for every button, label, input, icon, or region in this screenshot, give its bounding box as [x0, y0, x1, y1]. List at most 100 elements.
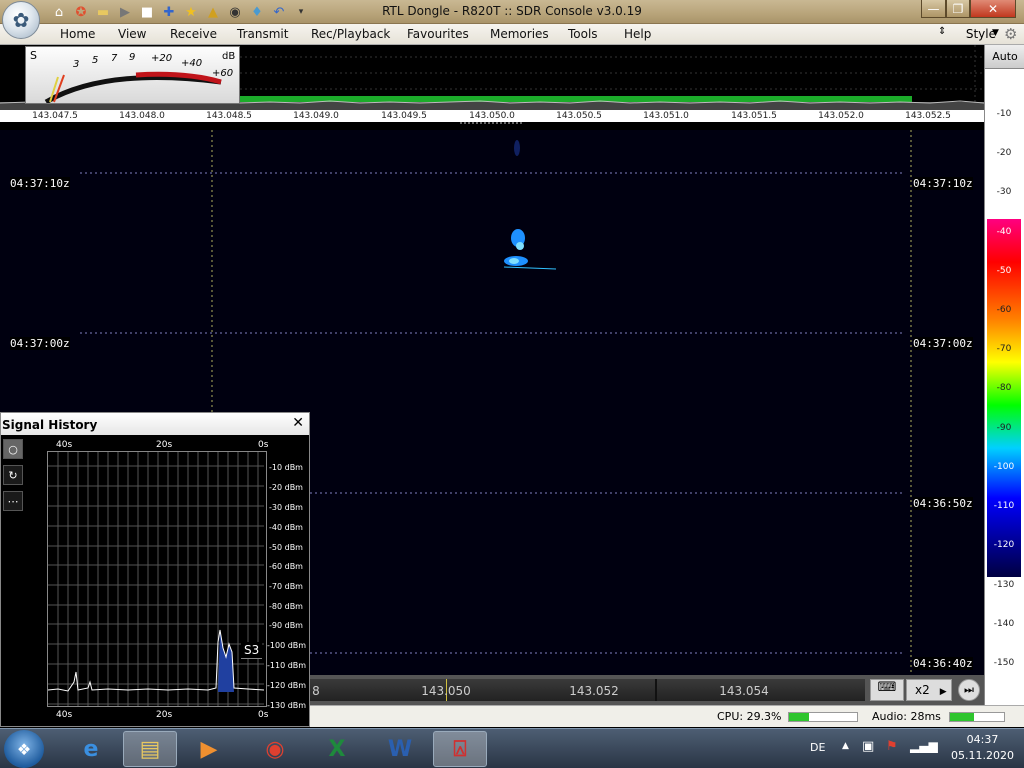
- show-hidden-icons[interactable]: ▲: [842, 741, 849, 751]
- history-dbm-label: -60 dBm: [269, 562, 303, 571]
- undo-icon[interactable]: ↶: [270, 3, 288, 21]
- time-label: 04:36:50z: [913, 497, 973, 510]
- star-icon[interactable]: ★: [182, 3, 200, 21]
- close-button[interactable]: ✕: [970, 0, 1016, 18]
- tab-home[interactable]: Home: [60, 27, 95, 41]
- db-tick: -40: [996, 227, 1012, 237]
- taskbar-sdr-console[interactable]: ⍓: [433, 731, 487, 767]
- customize-dropdown-icon[interactable]: ▾: [292, 3, 310, 21]
- history-time-label: 40s: [56, 440, 73, 450]
- s-meter-tick: +60: [212, 68, 234, 79]
- tab-transmit[interactable]: Transmit: [237, 27, 288, 41]
- taskbar-chrome[interactable]: ◉: [248, 731, 302, 767]
- freq-tick: 143.050.5: [556, 111, 602, 121]
- add-icon[interactable]: ✚: [160, 3, 178, 21]
- db-tick: -130: [993, 580, 1015, 590]
- stop-icon[interactable]: ■: [138, 3, 156, 21]
- signal-history-window[interactable]: Signal History ✕ ○ ↻ ⋯ 40s 20s 0s 40s 20…: [0, 412, 310, 727]
- close-icon[interactable]: ✕: [292, 415, 304, 431]
- tab-favourites[interactable]: Favourites: [407, 27, 469, 41]
- tab-help[interactable]: Help: [624, 27, 651, 41]
- db-tick: -80: [996, 383, 1012, 393]
- db-tick: -60: [996, 305, 1012, 315]
- application-menu-button[interactable]: ✿: [2, 1, 40, 39]
- time-label: 04:37:10z: [913, 177, 973, 190]
- folder-icon[interactable]: ▬: [94, 3, 112, 21]
- drop-icon[interactable]: ♦: [248, 3, 266, 21]
- bottom-freq-label: 143.050: [421, 684, 471, 698]
- freq-tick: 143.052.5: [905, 111, 951, 121]
- language-indicator[interactable]: DE: [810, 741, 825, 754]
- windows-logo-icon: ❖: [16, 739, 32, 759]
- style-arrows-icon[interactable]: ⇕: [938, 26, 946, 37]
- circle-icon[interactable]: ○: [3, 439, 23, 459]
- s-meter-tick: 5: [92, 55, 99, 66]
- history-graph: [47, 451, 267, 707]
- tab-receive[interactable]: Receive: [170, 27, 217, 41]
- zoom-label: x2: [915, 683, 930, 697]
- db-tick: -140: [993, 619, 1015, 629]
- ribbon-tabs: Home View Receive Transmit Rec/Playback …: [0, 24, 1024, 45]
- taskbar-excel[interactable]: X: [310, 731, 364, 767]
- start-button[interactable]: ❖: [4, 730, 44, 768]
- style-dropdown-icon[interactable]: ▼: [992, 28, 999, 38]
- keyboard-button[interactable]: ⌨: [870, 679, 904, 701]
- splitter-handle[interactable]: [460, 122, 522, 126]
- frequency-scale[interactable]: 143.047.5 143.048.0 143.048.5 143.049.0 …: [0, 110, 984, 124]
- bottom-freq-label: 8: [312, 684, 320, 698]
- s-reading-badge: S3: [241, 642, 263, 659]
- db-tick: -30: [996, 187, 1012, 197]
- history-time-label: 20s: [156, 440, 173, 450]
- history-dbm-label: -10 dBm: [269, 463, 303, 472]
- db-tick: -110: [993, 501, 1015, 511]
- auto-button[interactable]: Auto: [985, 45, 1024, 69]
- signal-history-plot: ○ ↻ ⋯ 40s 20s 0s 40s 20s 0s -10 dBm -20 …: [1, 435, 309, 726]
- bottom-freq-label: 143.054: [719, 684, 769, 698]
- bottom-frequency-bar: 8 143.050 143.052 143.054 ⌨ x2 ▶ ⏭: [310, 675, 984, 705]
- more-icon[interactable]: ⋯: [3, 491, 23, 511]
- history-dbm-label: -90 dBm: [269, 621, 303, 630]
- bandwidth-marker: [240, 96, 912, 102]
- db-tick: -90: [996, 423, 1012, 433]
- refresh-icon[interactable]: ↻: [3, 465, 23, 485]
- tab-tools[interactable]: Tools: [568, 27, 598, 41]
- freq-tick: 143.052.0: [818, 111, 864, 121]
- db-tick: -10: [996, 109, 1012, 119]
- tab-rec-playback[interactable]: Rec/Playback: [311, 27, 390, 41]
- history-dbm-label: -110 dBm: [267, 661, 307, 670]
- gear-icon[interactable]: ⚙: [1004, 25, 1017, 43]
- skip-button[interactable]: ⏭: [958, 679, 980, 701]
- clock-time: 04:37: [966, 733, 999, 746]
- time-label: 04:37:00z: [10, 337, 70, 350]
- home-icon[interactable]: ⌂: [50, 3, 68, 21]
- history-dbm-label: -100 dBm: [267, 641, 307, 650]
- history-dbm-label: -30 dBm: [269, 503, 303, 512]
- play-icon[interactable]: ▶: [116, 3, 134, 21]
- s-meter-tick: +20: [151, 53, 173, 64]
- maximize-button[interactable]: ❐: [946, 0, 970, 18]
- db-tick: -100: [993, 462, 1015, 472]
- minimize-button[interactable]: —: [921, 0, 946, 18]
- taskbar-internet-explorer[interactable]: e: [64, 731, 118, 767]
- history-dbm-label: -20 dBm: [269, 483, 303, 492]
- network-icon[interactable]: ▣: [862, 739, 874, 754]
- frequency-strip[interactable]: 8 143.050 143.052 143.054: [310, 679, 865, 701]
- freq-tick: 143.051.5: [731, 111, 777, 121]
- taskbar-media-player[interactable]: ▶: [182, 731, 236, 767]
- zoom-button[interactable]: x2 ▶: [906, 679, 952, 701]
- signal-bars-icon[interactable]: ▂▄▆: [910, 739, 938, 753]
- tab-view[interactable]: View: [118, 27, 146, 41]
- db-tick: -120: [993, 540, 1015, 550]
- history-dbm-label: -80 dBm: [269, 602, 303, 611]
- taskbar-word[interactable]: W: [373, 731, 427, 767]
- camera-icon[interactable]: ◉: [226, 3, 244, 21]
- system-clock[interactable]: 04:37 05.11.2020: [951, 732, 1014, 764]
- flag-icon[interactable]: ⚑: [886, 739, 898, 754]
- lock-icon[interactable]: ▲: [204, 3, 222, 21]
- freq-tick: 143.050.0: [469, 111, 515, 121]
- tab-memories[interactable]: Memories: [490, 27, 549, 41]
- lifebuoy-icon[interactable]: ✪: [72, 3, 90, 21]
- db-tick: -20: [996, 148, 1012, 158]
- s-meter-tick: +40: [181, 58, 203, 69]
- taskbar-explorer[interactable]: ▤: [123, 731, 177, 767]
